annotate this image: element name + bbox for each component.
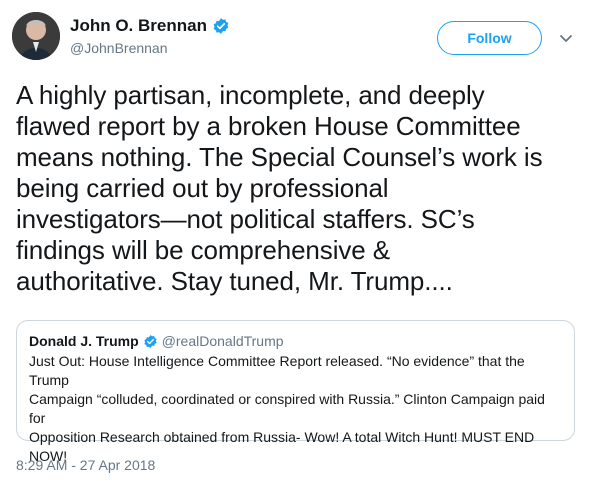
quoted-author-name: Donald J. Trump (29, 333, 139, 349)
avatar[interactable] (12, 12, 60, 60)
quoted-text-line: Opposition Research obtained from Russia… (29, 429, 535, 445)
tweet-text-line: A highly partisan, incomplete, and deepl… (16, 80, 485, 110)
author-display-name[interactable]: John O. Brennan (70, 16, 207, 36)
quoted-tweet-header: Donald J. Trump @realDonaldTrump (29, 333, 562, 349)
author-name-row: John O. Brennan (70, 16, 230, 36)
quoted-tweet-text: Just Out: House Intelligence Committee R… (29, 352, 562, 466)
tweet-text: A highly partisan, incomplete, and deepl… (16, 80, 581, 297)
quoted-author-handle: @realDonaldTrump (161, 333, 284, 349)
tweet-text-line: means nothing. The Special Counsel’s wor… (16, 142, 543, 172)
tweet-text-line: investigators—not political staffers. SC… (16, 204, 475, 234)
author-handle[interactable]: @JohnBrennan (70, 40, 168, 56)
follow-button[interactable]: Follow (437, 21, 542, 55)
tweet-text-line: authoritative. Stay tuned, Mr. Trump.... (16, 266, 453, 296)
quoted-tweet[interactable]: Donald J. Trump @realDonaldTrump Just Ou… (16, 320, 575, 464)
tweet-text-line: being carried out by professional (16, 173, 389, 203)
quoted-text-line: Just Out: House Intelligence Committee R… (29, 353, 525, 388)
verified-badge-icon (143, 334, 158, 349)
quoted-text-line: Campaign “colluded, coordinated or consp… (29, 391, 545, 426)
tweet-text-line: flawed report by a broken House Committe… (16, 111, 521, 141)
tweet-timestamp[interactable]: 8:29 AM - 27 Apr 2018 (16, 457, 155, 473)
tweet-text-line: findings will be comprehensive & (16, 235, 390, 265)
chevron-down-icon[interactable] (558, 30, 574, 46)
tweet-card: John O. Brennan @JohnBrennan Follow A hi… (0, 0, 590, 481)
verified-badge-icon (212, 17, 230, 35)
